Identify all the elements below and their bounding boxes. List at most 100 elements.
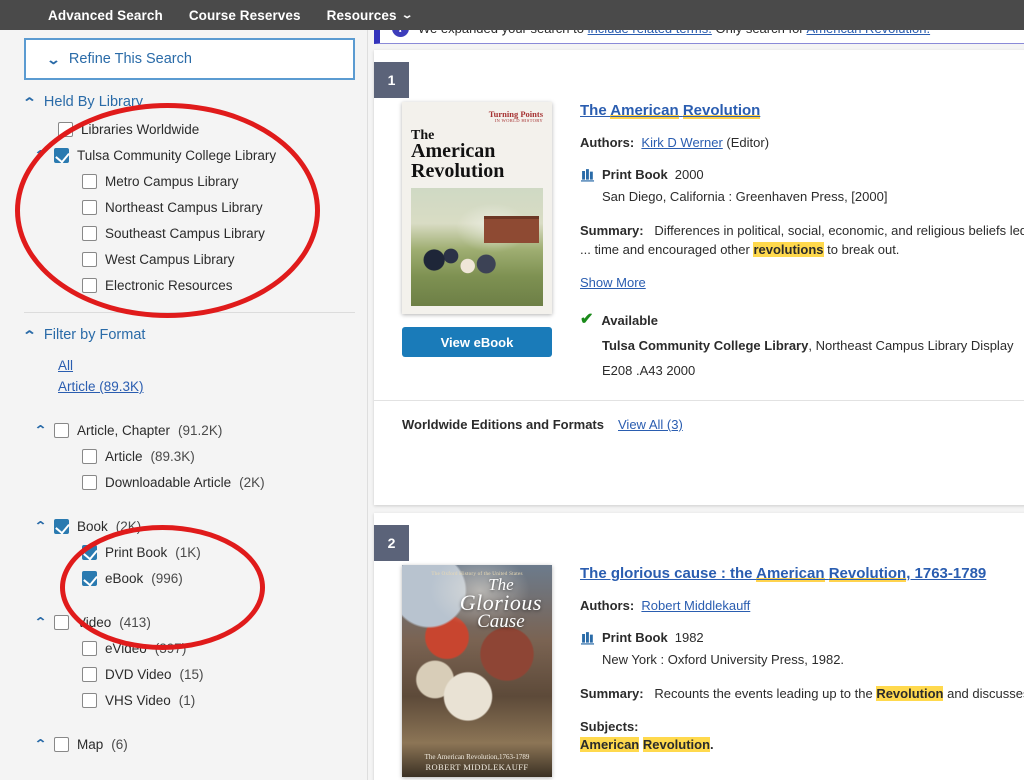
facet-header-held-by-library[interactable]: ⌃ Held By Library: [0, 94, 367, 110]
view-all-editions-link[interactable]: View All (3): [618, 417, 683, 432]
author-link[interactable]: Robert Middlekauff: [641, 598, 750, 613]
facet-filter-by-format: ⌃ Filter by Format All Article (89.3K) ⌃…: [0, 313, 367, 757]
facet-count: (2K): [239, 475, 265, 490]
chevron-up-icon[interactable]: ⌃: [33, 616, 47, 628]
checkbox-west-campus-library[interactable]: [82, 252, 97, 267]
checkbox-dvd-video[interactable]: [82, 667, 97, 682]
facet-row[interactable]: Northeast Campus Library: [0, 194, 367, 220]
facet-row[interactable]: ⌃ Map (6): [0, 731, 367, 757]
author-link[interactable]: Kirk D Werner: [641, 135, 722, 150]
facet-row[interactable]: ⌃ Video (413): [0, 609, 367, 635]
holding-sublocation: , Northeast Campus Library Display: [808, 338, 1013, 353]
result-format-line: Print Book 2000: [580, 167, 1024, 182]
checkbox-northeast-campus-library[interactable]: [82, 200, 97, 215]
result-title-link[interactable]: The glorious cause : the American Revolu…: [580, 565, 986, 582]
checkbox-ebook[interactable]: [82, 571, 97, 586]
result-detail-column: The American Revolution Authors: Kirk D …: [580, 102, 1024, 378]
summary-line-2-post: to break out.: [824, 242, 900, 257]
chevron-up-icon[interactable]: ⌃: [33, 520, 47, 532]
facet-count: (6): [111, 737, 128, 752]
facets-sidebar: ⌄ Group This Search ⌄ Refine This Search…: [0, 0, 368, 780]
summary-label: Summary:: [580, 223, 644, 238]
call-number: E208 .A43 2000: [580, 363, 1024, 378]
checkbox-vhs-video[interactable]: [82, 693, 97, 708]
facet-row[interactable]: VHS Video (1): [0, 687, 367, 713]
checkbox-evideo[interactable]: [82, 641, 97, 656]
checkbox-map[interactable]: [54, 737, 69, 752]
facet-row[interactable]: Libraries Worldwide: [0, 116, 367, 142]
facet-row[interactable]: ⌃ Book (2K): [0, 513, 367, 539]
facet-row[interactable]: West Campus Library: [0, 246, 367, 272]
facet-row[interactable]: Downloadable Article (2K): [0, 469, 367, 495]
availability-block: ✔ Available Tulsa Community College Libr…: [580, 312, 1024, 378]
checkbox-tulsa-community-college-library[interactable]: [54, 148, 69, 163]
show-more-link[interactable]: Show More: [580, 275, 646, 290]
nav-label: Course Reserves: [189, 8, 301, 23]
checkbox-downloadable-article[interactable]: [82, 475, 97, 490]
facet-label: eVideo: [105, 641, 147, 656]
checkbox-electronic-resources[interactable]: [82, 278, 97, 293]
result-format-line: Print Book 1982: [580, 630, 1024, 645]
facet-row[interactable]: eVideo (397): [0, 635, 367, 661]
chevron-up-icon[interactable]: ⌃: [33, 149, 47, 161]
checkbox-southeast-campus-library[interactable]: [82, 226, 97, 241]
result-subjects: Subjects: American Revolution.: [580, 719, 1024, 752]
summary-highlight: revolutions: [753, 242, 823, 257]
format-quick-links: All Article (89.3K): [0, 355, 367, 397]
holding-location: Tulsa Community College Library, Northea…: [580, 338, 1024, 353]
format-link-article[interactable]: Article (89.3K): [58, 376, 367, 397]
facet-label: Tulsa Community College Library: [77, 148, 276, 163]
subjects-label: Subjects:: [580, 719, 1024, 734]
checkbox-metro-campus-library[interactable]: [82, 174, 97, 189]
checkbox-book[interactable]: [54, 519, 69, 534]
facet-label: Article: [105, 449, 143, 464]
checkbox-article-chapter[interactable]: [54, 423, 69, 438]
checkbox-article[interactable]: [82, 449, 97, 464]
result-summary: Summary: Differences in political, socia…: [580, 221, 1024, 259]
facet-row[interactable]: eBook (996): [0, 565, 367, 591]
result-number-badge: 1: [374, 62, 409, 98]
book-cover-image[interactable]: The Oxford History of the United States …: [402, 565, 552, 777]
facet-row[interactable]: Southeast Campus Library: [0, 220, 367, 246]
facet-row[interactable]: Print Book (1K): [0, 539, 367, 565]
title-highlight-1: American: [756, 565, 824, 582]
cover-title-line-3: Revolution: [411, 162, 543, 182]
facet-row[interactable]: ⌃ Tulsa Community College Library: [0, 142, 367, 168]
nav-label: Advanced Search: [48, 8, 163, 23]
facet-row[interactable]: Article (89.3K): [0, 443, 367, 469]
result-title-link[interactable]: The American Revolution: [580, 102, 760, 119]
cover-artwork: [411, 188, 543, 306]
subject-value[interactable]: American Revolution.: [580, 737, 1024, 752]
subject-highlight-1: American: [580, 737, 639, 752]
summary-line-1-pre: Recounts the events leading up to the: [654, 686, 876, 701]
checkbox-video[interactable]: [54, 615, 69, 630]
facet-count: (91.2K): [178, 423, 222, 438]
title-part-pre: The: [580, 102, 610, 119]
result-card: 1 Turning Points IN WORLD HISTORY The Am…: [374, 50, 1024, 505]
summary-line-1: Differences in political, social, econom…: [654, 223, 1024, 238]
nav-item-advanced-search[interactable]: Advanced Search: [48, 8, 163, 23]
nav-item-course-reserves[interactable]: Course Reserves: [189, 8, 301, 23]
cover-author: ROBERT MIDDLEKAUFF: [402, 762, 552, 772]
facet-count: (397): [155, 641, 187, 656]
book-cover-image[interactable]: Turning Points IN WORLD HISTORY The Amer…: [402, 102, 552, 314]
chevron-up-icon[interactable]: ⌃: [33, 424, 47, 436]
facet-row[interactable]: Metro Campus Library: [0, 168, 367, 194]
checkbox-print-book[interactable]: [82, 545, 97, 560]
facet-header-filter-by-format[interactable]: ⌃ Filter by Format: [0, 327, 367, 343]
result-card: 2 The Oxford History of the United State…: [374, 513, 1024, 780]
facet-row[interactable]: DVD Video (15): [0, 661, 367, 687]
facet-row[interactable]: Electronic Resources: [0, 272, 367, 298]
chevron-down-icon: ⌄: [400, 10, 413, 21]
availability-status: ✔ Available: [580, 312, 1024, 328]
format-link-all[interactable]: All: [58, 355, 367, 376]
author-role: (Editor): [726, 135, 769, 150]
checkbox-libraries-worldwide[interactable]: [58, 122, 73, 137]
print-book-icon: [580, 631, 595, 645]
view-ebook-button[interactable]: View eBook: [402, 327, 552, 357]
chevron-up-icon[interactable]: ⌃: [33, 738, 47, 750]
facet-row[interactable]: ⌃ Article, Chapter (91.2K): [0, 417, 367, 443]
refine-this-search-box[interactable]: ⌄ Refine This Search: [24, 38, 355, 80]
nav-item-resources[interactable]: Resources ⌄: [327, 8, 411, 23]
result-cover-column: Turning Points IN WORLD HISTORY The Amer…: [402, 102, 580, 378]
